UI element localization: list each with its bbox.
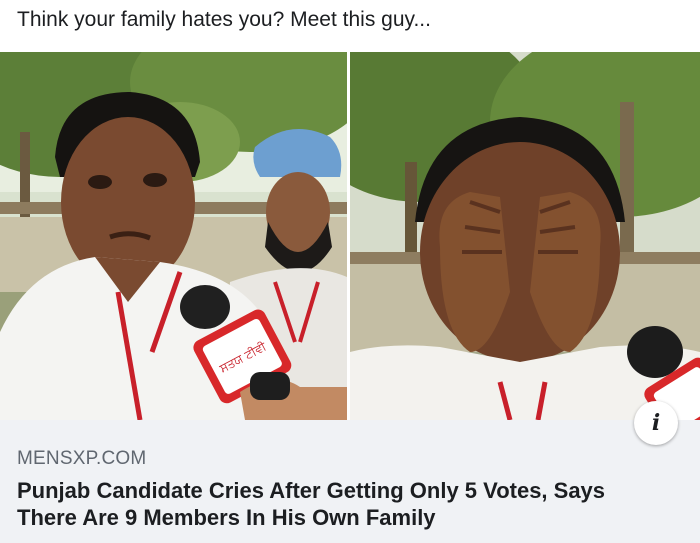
info-icon[interactable]: i [634,401,678,445]
link-preview-card[interactable]: MENSXP.COM Punjab Candidate Cries After … [0,420,700,543]
link-preview-image[interactable]: ਸਤਯ ਟੀਵੀ [0,52,700,420]
link-headline[interactable]: Punjab Candidate Cries After Getting Onl… [17,477,687,531]
right-video-frame [350,52,700,420]
link-domain: MENSXP.COM [17,448,147,469]
post-text: Think your family hates you? Meet this g… [17,8,431,31]
left-video-frame: ਸਤਯ ਟੀਵੀ [0,52,347,420]
left-frame-illustration: ਸਤਯ ਟੀਵੀ [0,52,347,420]
link-headline-line1: Punjab Candidate Cries After Getting Onl… [17,478,606,503]
right-frame-illustration [350,52,700,420]
link-headline-line2: There Are 9 Members In His Own Family [17,505,436,530]
